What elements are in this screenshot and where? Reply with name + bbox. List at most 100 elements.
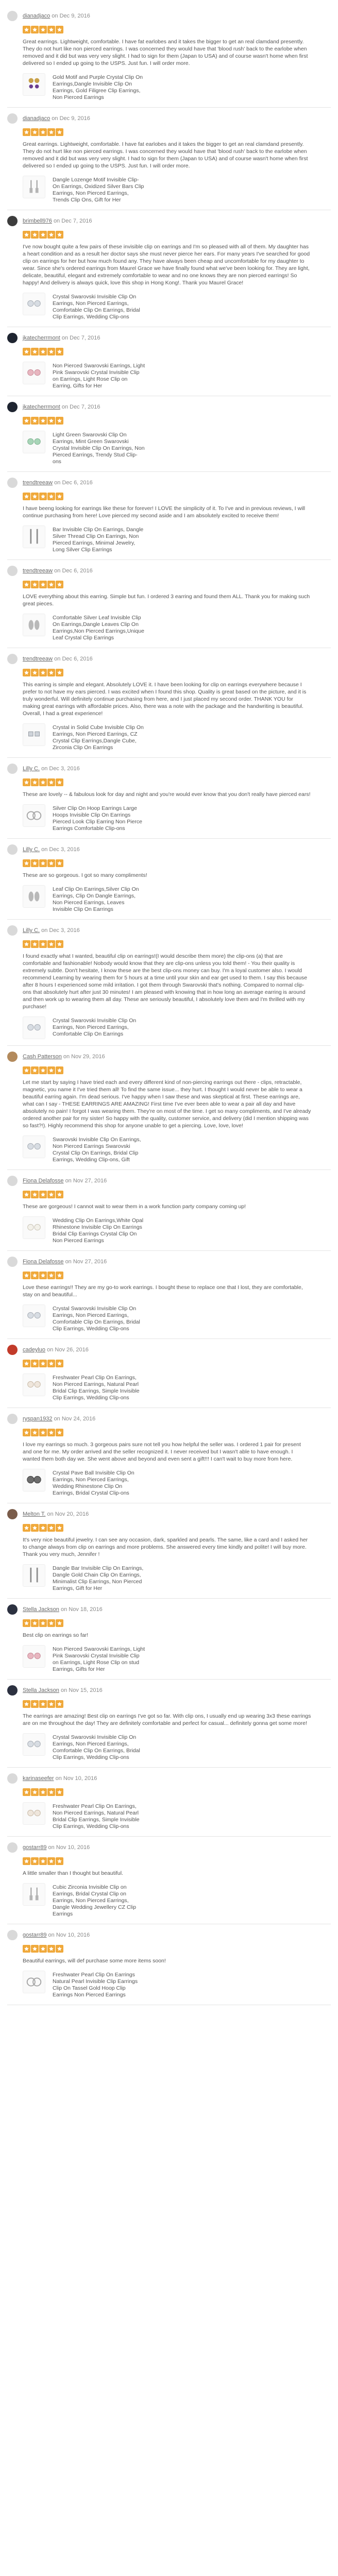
product-name-link[interactable]: Non Pierced Swarovski Earrings, Light Pi… — [53, 1645, 145, 1673]
product-name-link[interactable]: Freshwater Pearl Clip On Earrings, Non P… — [53, 1374, 145, 1401]
avatar[interactable] — [7, 1176, 18, 1186]
product-name-link[interactable]: Freshwater Pearl Clip On Earrings Natura… — [53, 1971, 145, 1998]
avatar[interactable] — [7, 113, 18, 124]
reviewed-product[interactable]: Non Pierced Swarovski Earrings, Light Pi… — [23, 1645, 331, 1673]
avatar[interactable] — [7, 11, 18, 21]
reviewer-name-link[interactable]: trendtreeaw — [23, 656, 53, 662]
reviewed-product[interactable]: Crystal Swarovski Invisible Clip On Earr… — [23, 1016, 331, 1039]
reviewed-product[interactable]: Crystal Swarovski Invisible Clip On Earr… — [23, 293, 331, 320]
reviewed-product[interactable]: Crystal Pave Ball Invisible Clip On Earr… — [23, 1469, 331, 1497]
reviewer-name-link[interactable]: Fiona Delafosse — [23, 1259, 64, 1265]
reviewer-name-link[interactable]: jkatecherrmont — [23, 335, 60, 341]
product-thumbnail[interactable] — [23, 362, 45, 384]
product-thumbnail[interactable] — [23, 1016, 45, 1039]
reviewed-product[interactable]: Freshwater Pearl Clip On Earrings, Non P… — [23, 1802, 331, 1830]
product-name-link[interactable]: Silver Clip On Hoop Earrings Large Hoops… — [53, 804, 145, 832]
product-name-link[interactable]: Cubic Zirconia Invisible Clip on Earring… — [53, 1883, 145, 1918]
avatar[interactable] — [7, 1257, 18, 1267]
reviewer-name-link[interactable]: Stella Jackson — [23, 1606, 59, 1613]
reviewed-product[interactable]: Crystal Swarovski Invisible Clip On Earr… — [23, 1304, 331, 1332]
avatar[interactable] — [7, 764, 18, 774]
avatar[interactable] — [7, 1509, 18, 1519]
product-name-link[interactable]: Crystal in Solid Cube Invisible Clip On … — [53, 723, 145, 751]
product-name-link[interactable]: Crystal Swarovski Invisible Clip On Earr… — [53, 1016, 145, 1038]
reviewed-product[interactable]: Non Pierced Swarovski Earrings, Light Pi… — [23, 362, 331, 389]
reviewed-product[interactable]: Leaf Clip On Earrings,Silver Clip On Ear… — [23, 885, 331, 913]
product-thumbnail[interactable] — [23, 176, 45, 198]
reviewed-product[interactable]: Dangle Bar Invisible Clip On Earrings, D… — [23, 1564, 331, 1592]
product-name-link[interactable]: Non Pierced Swarovski Earrings, Light Pi… — [53, 362, 145, 389]
reviewed-product[interactable]: Crystal in Solid Cube Invisible Clip On … — [23, 723, 331, 751]
avatar[interactable] — [7, 654, 18, 664]
avatar[interactable] — [7, 1052, 18, 1062]
product-thumbnail[interactable] — [23, 431, 45, 453]
product-thumbnail[interactable] — [23, 1645, 45, 1668]
reviewer-name-link[interactable]: gostarr89 — [23, 1844, 46, 1851]
reviewer-name-link[interactable]: Lilly C. — [23, 846, 40, 853]
reviewer-name-link[interactable]: dianadjaco — [23, 115, 50, 122]
reviewer-name-link[interactable]: trendtreeaw — [23, 568, 53, 574]
reviewer-name-link[interactable]: jkatecherrmont — [23, 404, 60, 410]
reviewed-product[interactable]: Silver Clip On Hoop Earrings Large Hoops… — [23, 804, 331, 832]
product-thumbnail[interactable] — [23, 1883, 45, 1906]
product-name-link[interactable]: Bar Invisible Clip On Earrings, Dangle S… — [53, 526, 145, 553]
product-thumbnail[interactable] — [23, 1469, 45, 1492]
reviewed-product[interactable]: Wedding Clip On Earrings,White Opal Rhin… — [23, 1216, 331, 1244]
reviewer-name-link[interactable]: karinaseefer — [23, 1775, 54, 1782]
product-name-link[interactable]: Crystal Swarovski Invisible Clip On Earr… — [53, 1304, 145, 1332]
product-thumbnail[interactable] — [23, 1971, 45, 1993]
avatar[interactable] — [7, 1414, 18, 1424]
reviewer-name-link[interactable]: ryspan1932 — [23, 1416, 53, 1422]
avatar[interactable] — [7, 566, 18, 576]
reviewed-product[interactable]: Freshwater Pearl Clip On Earrings Natura… — [23, 1971, 331, 1998]
product-thumbnail[interactable] — [23, 1733, 45, 1756]
product-name-link[interactable]: Gold Motif and Purple Crystal Clip On Ea… — [53, 73, 145, 101]
reviewer-name-link[interactable]: gostarr89 — [23, 1932, 46, 1938]
reviewed-product[interactable]: Cubic Zirconia Invisible Clip on Earring… — [23, 1883, 331, 1918]
product-thumbnail[interactable] — [23, 1564, 45, 1587]
avatar[interactable] — [7, 925, 18, 936]
product-thumbnail[interactable] — [23, 614, 45, 636]
product-name-link[interactable]: Crystal Swarovski Invisible Clip On Earr… — [53, 293, 145, 320]
reviewer-name-link[interactable]: Cash Patterson — [23, 1054, 62, 1060]
reviewed-product[interactable]: Gold Motif and Purple Crystal Clip On Ea… — [23, 73, 331, 101]
product-thumbnail[interactable] — [23, 723, 45, 746]
reviewer-name-link[interactable]: Lilly C. — [23, 766, 40, 772]
product-thumbnail[interactable] — [23, 1374, 45, 1396]
product-thumbnail[interactable] — [23, 1304, 45, 1327]
product-name-link[interactable]: Leaf Clip On Earrings,Silver Clip On Ear… — [53, 885, 145, 913]
product-name-link[interactable]: Freshwater Pearl Clip On Earrings, Non P… — [53, 1802, 145, 1830]
reviewer-name-link[interactable]: Stella Jackson — [23, 1687, 59, 1693]
reviewed-product[interactable]: Bar Invisible Clip On Earrings, Dangle S… — [23, 526, 331, 553]
avatar[interactable] — [7, 402, 18, 412]
avatar[interactable] — [7, 216, 18, 226]
avatar[interactable] — [7, 1685, 18, 1696]
reviewer-name-link[interactable]: Lilly C. — [23, 927, 40, 934]
avatar[interactable] — [7, 1930, 18, 1940]
reviewed-product[interactable]: Comfortable Silver Leaf Invisible Clip O… — [23, 614, 331, 641]
reviewer-name-link[interactable]: Melton T. — [23, 1511, 45, 1517]
product-name-link[interactable]: Light Green Swarovski Clip On Earrings, … — [53, 431, 145, 465]
product-name-link[interactable]: Dangle Bar Invisible Clip On Earrings, D… — [53, 1564, 145, 1592]
product-thumbnail[interactable] — [23, 804, 45, 827]
reviewed-product[interactable]: Crystal Swarovski Invisible Clip On Earr… — [23, 1733, 331, 1761]
product-name-link[interactable]: Dangle Lozenge Motif Invisible Clip-On E… — [53, 176, 145, 204]
reviewed-product[interactable]: Swarovski Invisible Clip On Earrings, No… — [23, 1136, 331, 1163]
reviewed-product[interactable]: Light Green Swarovski Clip On Earrings, … — [23, 431, 331, 465]
product-name-link[interactable]: Crystal Swarovski Invisible Clip On Earr… — [53, 1733, 145, 1761]
product-name-link[interactable]: Wedding Clip On Earrings,White Opal Rhin… — [53, 1216, 145, 1244]
product-thumbnail[interactable] — [23, 1136, 45, 1158]
product-thumbnail[interactable] — [23, 293, 45, 315]
product-thumbnail[interactable] — [23, 526, 45, 548]
reviewer-name-link[interactable]: Fiona Delafosse — [23, 1178, 64, 1184]
reviewed-product[interactable]: Dangle Lozenge Motif Invisible Clip-On E… — [23, 176, 331, 204]
product-thumbnail[interactable] — [23, 885, 45, 908]
product-name-link[interactable]: Comfortable Silver Leaf Invisible Clip O… — [53, 614, 145, 641]
reviewer-name-link[interactable]: dianadjaco — [23, 13, 50, 19]
product-name-link[interactable]: Swarovski Invisible Clip On Earrings, No… — [53, 1136, 145, 1163]
avatar[interactable] — [7, 1604, 18, 1615]
avatar[interactable] — [7, 1842, 18, 1853]
avatar[interactable] — [7, 1773, 18, 1784]
product-thumbnail[interactable] — [23, 1802, 45, 1825]
avatar[interactable] — [7, 333, 18, 343]
